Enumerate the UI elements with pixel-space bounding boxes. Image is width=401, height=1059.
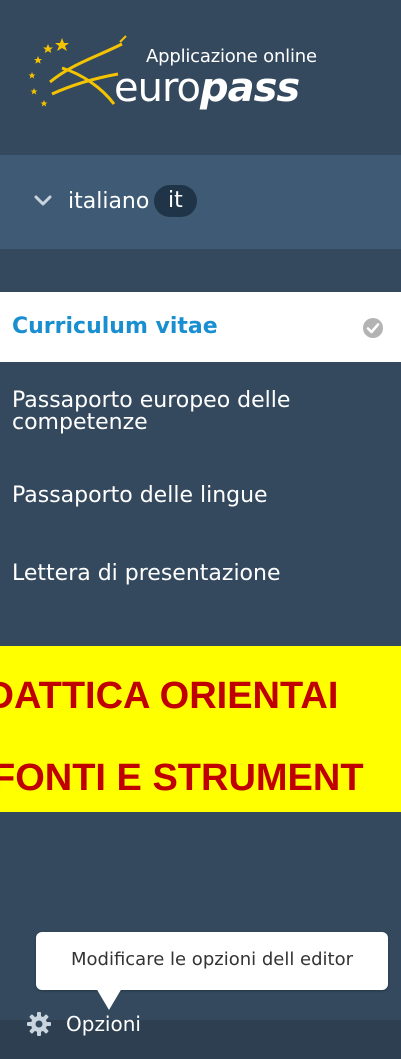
logo-word-bold: pass [200, 65, 300, 111]
nav-item-lettera-presentazione[interactable]: Lettera di presentazione [12, 562, 372, 586]
logo-wordmark: europass [114, 64, 300, 112]
nav-item-curriculum-vitae[interactable]: Curriculum vitae [0, 292, 401, 362]
overlay-banner: IDATTICA ORIENTAI FONTI E STRUMENT [0, 646, 401, 812]
chevron-down-icon [34, 195, 52, 206]
language-selector[interactable]: italiano it [0, 155, 401, 249]
language-code-badge: it [154, 185, 197, 217]
banner-line-1: IDATTICA ORIENTAI [0, 675, 339, 717]
gear-icon[interactable] [26, 1011, 52, 1037]
banner-line-2: FONTI E STRUMENT [0, 757, 364, 799]
logo-word-thin: euro [114, 65, 201, 111]
options-tooltip: Modificare le opzioni dell editor [36, 932, 388, 1010]
nav-item-label-line2: competenze [12, 410, 148, 435]
sidebar: Applicazione online europass italiano it… [0, 0, 401, 1059]
nav-item-passaporto-competenze[interactable]: Passaporto europeo delle competenze [12, 390, 372, 434]
tooltip-text: Modificare le opzioni dell editor [70, 949, 354, 970]
language-label: italiano [68, 189, 150, 214]
nav-item-passaporto-lingue[interactable]: Passaporto delle lingue [12, 484, 372, 508]
nav-item-label: Curriculum vitae [12, 314, 218, 339]
options-bar [0, 1020, 401, 1059]
check-circle-icon [363, 318, 383, 338]
options-button[interactable]: Opzioni [66, 1010, 141, 1038]
tooltip-arrow [96, 988, 122, 1010]
nav-item-label-line1: Passaporto europeo delle [12, 388, 291, 413]
europass-logo[interactable]: Applicazione online europass [22, 34, 322, 114]
